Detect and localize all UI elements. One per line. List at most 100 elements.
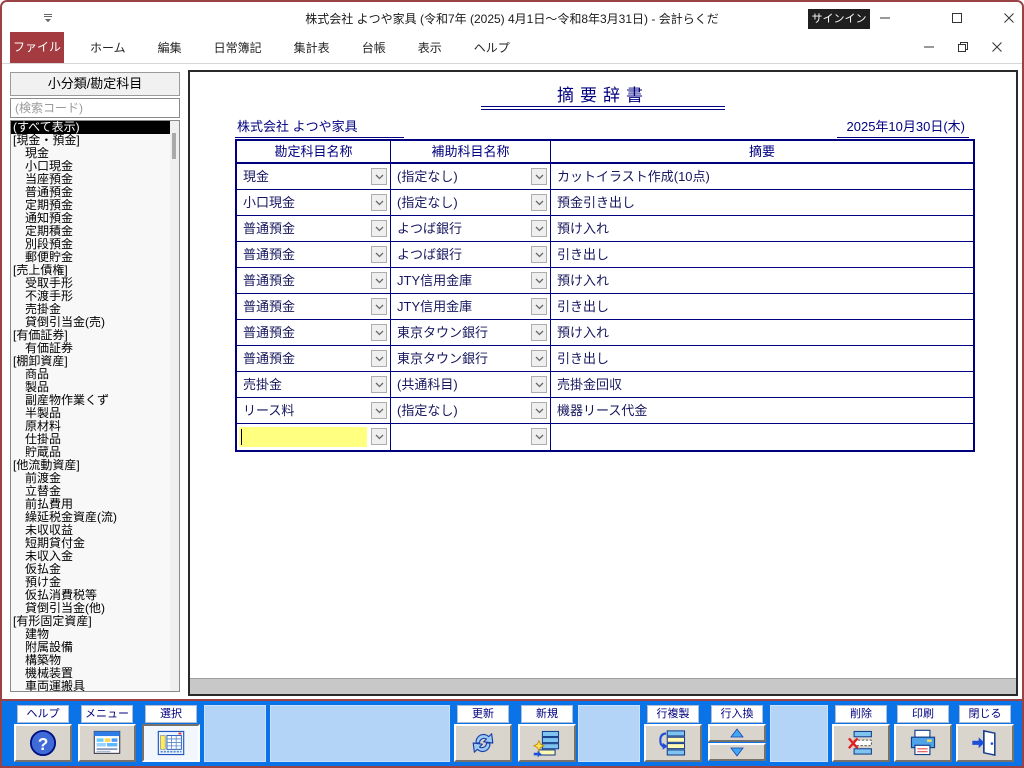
summary-cell[interactable]: 引き出し [551,294,973,319]
account-cell[interactable]: 普通預金 [237,268,391,293]
account-item[interactable]: 原材料 [11,420,179,433]
account-item[interactable]: 製品 [11,381,179,394]
menu-item-help[interactable]: ヘルプ [458,39,526,56]
dropdown-button[interactable] [371,272,387,289]
account-item[interactable]: 有価証券 [11,342,179,355]
dropdown-button[interactable] [371,194,387,211]
menu-item-summary-table[interactable]: 集計表 [278,39,346,56]
account-cell[interactable]: 売掛金 [237,372,391,397]
summary-cell[interactable]: 預け入れ [551,268,973,293]
summary-cell[interactable]: 預け入れ [551,320,973,345]
minimize-button[interactable] [870,8,900,28]
menu-item-view[interactable]: 表示 [402,39,458,56]
sign-in-button[interactable]: サインイン [808,9,870,29]
toolbar-button-help[interactable]: ヘルプ ? [14,705,72,763]
toolbar-button-new[interactable]: 新規 [518,705,576,763]
account-item[interactable]: 機械装置 [11,667,179,680]
toolbar-button-menu[interactable]: メニュー [78,705,136,763]
dropdown-button[interactable] [531,376,547,393]
maximize-button[interactable] [942,8,972,28]
account-cell[interactable]: 普通預金 [237,242,391,267]
horizontal-scrollbar[interactable] [190,678,1016,694]
summary-cell[interactable]: 引き出し [551,242,973,267]
account-item[interactable]: 建物 [11,628,179,641]
account-item[interactable]: 定期預金 [11,199,179,212]
account-cell[interactable]: 普通預金 [237,294,391,319]
account-item[interactable]: 前払費用 [11,498,179,511]
toolbar-button-print[interactable]: 印刷 [894,705,952,763]
account-item[interactable]: 附属設備 [11,641,179,654]
subaccount-cell[interactable]: 東京タウン銀行 [391,346,551,371]
account-category[interactable]: [売上債権] [11,264,179,277]
subaccount-cell[interactable]: (指定なし) [391,190,551,215]
account-item[interactable]: 預け金 [11,576,179,589]
account-category[interactable]: [有形固定資産] [11,615,179,628]
account-item[interactable]: 普通預金 [11,186,179,199]
account-item[interactable]: 別段預金 [11,238,179,251]
toolbar-button-row-duplicate[interactable]: 行複製 [644,705,702,763]
dropdown-button[interactable] [371,324,387,341]
account-item[interactable]: 小口現金 [11,160,179,173]
dropdown-button[interactable] [371,428,387,445]
account-item[interactable]: 現金 [11,147,179,160]
account-item[interactable]: 貯蔵品 [11,446,179,459]
dropdown-button[interactable] [531,272,547,289]
subaccount-cell[interactable] [391,424,551,450]
account-item[interactable]: 売掛金 [11,303,179,316]
account-item[interactable]: (すべて表示) [11,121,179,134]
account-category[interactable]: [棚卸資産] [11,355,179,368]
account-item[interactable]: 貸倒引当金(売) [11,316,179,329]
subaccount-cell[interactable]: よつば銀行 [391,216,551,241]
subaccount-cell[interactable]: JTY信用金庫 [391,268,551,293]
account-item[interactable]: 定期積金 [11,225,179,238]
list-scrollbar[interactable] [170,121,179,691]
account-item[interactable]: 仮払消費税等 [11,589,179,602]
row-swap-down-button[interactable] [708,743,766,761]
toolbar-button-delete[interactable]: 削除 [832,705,890,763]
dropdown-button[interactable] [371,402,387,419]
summary-cell[interactable]: カットイラスト作成(10点) [551,164,973,189]
menu-item-home[interactable]: ホーム [74,39,142,56]
mdi-close-button[interactable] [980,37,1014,57]
account-item[interactable]: 副産物作業くず [11,394,179,407]
dropdown-button[interactable] [531,194,547,211]
menu-item-daily-bookkeeping[interactable]: 日常簿記 [198,39,278,56]
dropdown-button[interactable] [531,402,547,419]
dropdown-button[interactable] [531,324,547,341]
account-item[interactable]: 仮払金 [11,563,179,576]
account-item[interactable]: 構築物 [11,654,179,667]
account-category[interactable]: [他流動資産] [11,459,179,472]
dropdown-button[interactable] [371,376,387,393]
dropdown-button[interactable] [371,220,387,237]
dropdown-button[interactable] [531,246,547,263]
dropdown-button[interactable] [531,350,547,367]
dropdown-button[interactable] [531,298,547,315]
dropdown-button[interactable] [531,168,547,185]
summary-cell[interactable]: 引き出し [551,346,973,371]
account-item[interactable]: 通知預金 [11,212,179,225]
summary-cell[interactable]: 機器リース代金 [551,398,973,423]
account-category[interactable]: [現金・預金] [11,134,179,147]
summary-cell[interactable] [551,424,973,450]
account-cell[interactable]: 現金 [237,164,391,189]
subaccount-cell[interactable]: よつば銀行 [391,242,551,267]
account-item[interactable]: 前渡金 [11,472,179,485]
account-item[interactable]: 受取手形 [11,277,179,290]
account-item[interactable]: 貸倒引当金(他) [11,602,179,615]
dropdown-button[interactable] [371,350,387,367]
account-item[interactable]: 短期貸付金 [11,537,179,550]
scrollbar-thumb[interactable] [172,133,176,159]
account-cell[interactable]: リース料 [237,398,391,423]
menu-file-tab[interactable]: ファイル [10,32,64,63]
account-item[interactable]: 当座預金 [11,173,179,186]
dropdown-button[interactable] [371,168,387,185]
account-item[interactable]: 半製品 [11,407,179,420]
mdi-minimize-button[interactable] [912,37,946,57]
account-item[interactable]: 未収収益 [11,524,179,537]
dropdown-button[interactable] [371,298,387,315]
account-cell[interactable]: 普通預金 [237,320,391,345]
account-cell[interactable]: 小口現金 [237,190,391,215]
search-code-input[interactable] [10,98,180,118]
subaccount-cell[interactable]: JTY信用金庫 [391,294,551,319]
menu-item-edit[interactable]: 編集 [142,39,198,56]
